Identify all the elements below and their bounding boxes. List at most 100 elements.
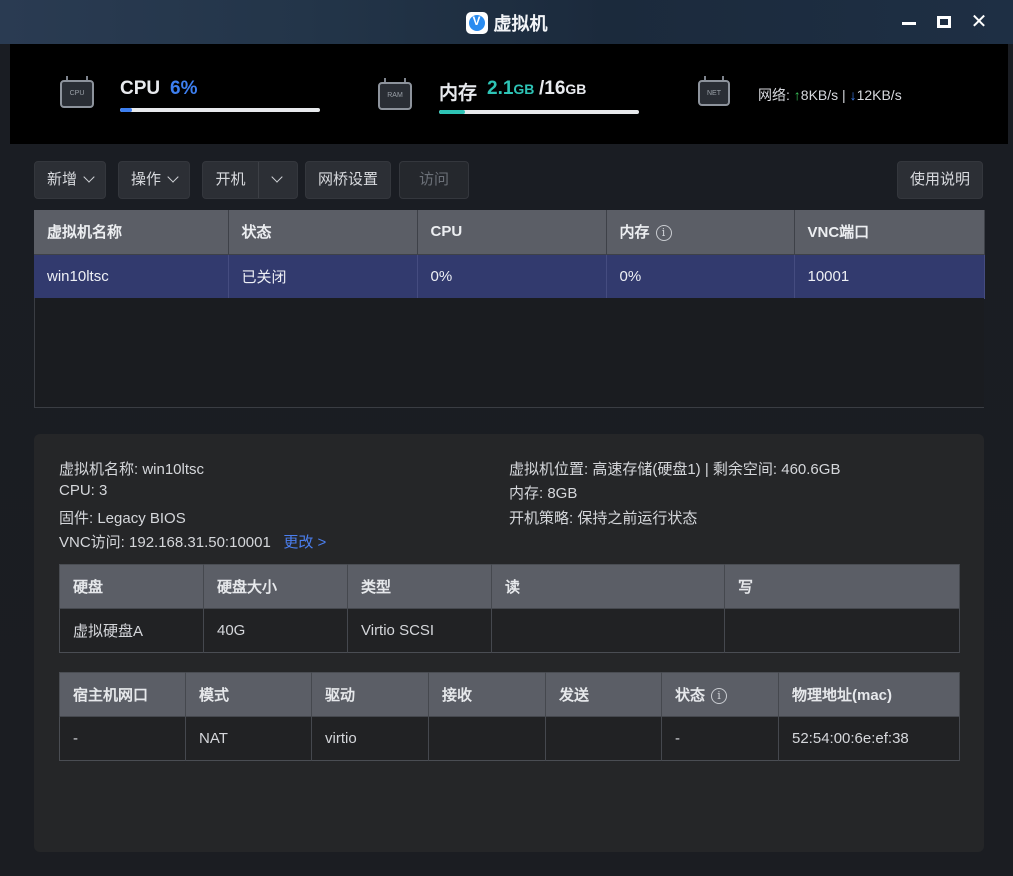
detail-boot-policy: 开机策略: 保持之前运行状态 <box>509 510 698 527</box>
add-label: 新增 <box>47 171 78 188</box>
window-title-area: V 虚拟机 <box>0 10 1013 36</box>
detail-vm-name: 虚拟机名称: win10ltsc <box>59 461 205 478</box>
nic-mode-cell: NAT <box>185 716 312 761</box>
vm-status-cell: 已关闭 <box>228 254 418 299</box>
chevron-down-icon <box>83 171 95 183</box>
header-cpu[interactable]: CPU <box>417 210 607 255</box>
disk-write-cell <box>724 608 960 653</box>
memory-total-value: /16GB <box>539 78 586 100</box>
header-send: 发送 <box>545 672 662 717</box>
download-speed: 12KB/s <box>856 87 902 103</box>
bridge-settings-button[interactable]: 网桥设置 <box>305 161 392 199</box>
nic-receive-cell <box>428 716 546 761</box>
cpu-chip-icon: CPU <box>60 76 94 108</box>
header-memory-label: 内存 <box>619 224 650 242</box>
help-button[interactable]: 使用说明 <box>897 161 984 199</box>
vm-vnc-port-cell: 10001 <box>794 254 985 299</box>
header-disk-type: 类型 <box>347 564 492 609</box>
nic-host-port-cell: - <box>59 716 186 761</box>
memory-usage-bar <box>439 110 639 114</box>
header-nic-status-label: 状态 <box>675 687 706 704</box>
ram-chip-icon: RAM <box>378 78 412 110</box>
chevron-down-icon <box>271 171 283 183</box>
nic-table-header: 宿主机网口 模式 驱动 接收 发送 状态 i 物理地址(mac) <box>59 672 960 717</box>
vm-manager-window: V 虚拟机 ✕ CPU CPU 6% RAM 内存 2.1GB /16GB NET… <box>0 0 1013 876</box>
header-receive: 接收 <box>428 672 546 717</box>
chevron-down-icon <box>167 171 179 183</box>
disk-name-cell: 虚拟硬盘A <box>59 608 204 653</box>
memory-total-number: 16 <box>544 78 566 99</box>
network-label: 网络: <box>758 87 790 103</box>
maximize-icon[interactable] <box>933 11 955 33</box>
network-icon: NET <box>698 76 730 106</box>
nic-mac-cell: 52:54:00:6e:ef:38 <box>778 716 960 761</box>
disk-table-header: 硬盘 硬盘大小 类型 读 写 <box>59 564 960 609</box>
resource-stats-panel: CPU CPU 6% RAM 内存 2.1GB /16GB NET 网络: ↑8… <box>10 44 1008 144</box>
header-write: 写 <box>724 564 960 609</box>
vm-detail-panel: 虚拟机名称: win10ltsc CPU: 3 固件: Legacy BIOS … <box>34 434 984 852</box>
detail-vnc: VNC访问: 192.168.31.50:10001 更改 > <box>59 531 326 552</box>
header-disk: 硬盘 <box>59 564 204 609</box>
info-icon[interactable]: i <box>711 688 728 704</box>
detail-memory: 内存: 8GB <box>509 485 578 502</box>
power-on-menu-button[interactable] <box>259 162 295 198</box>
app-logo-icon: V <box>465 12 488 34</box>
cpu-label: CPU <box>120 78 161 99</box>
operate-dropdown-button[interactable]: 操作 <box>118 161 191 199</box>
header-driver: 驱动 <box>311 672 429 717</box>
header-vm-name[interactable]: 虚拟机名称 <box>34 210 229 255</box>
upload-speed: 8KB/s <box>800 87 839 103</box>
vm-list-table: 虚拟机名称 状态 CPU 内存 i VNC端口 win10ltsc 已关闭 0% … <box>34 210 985 299</box>
table-row[interactable]: win10ltsc 已关闭 0% 0% 10001 <box>34 254 985 299</box>
cpu-usage-value: 6% <box>170 78 198 99</box>
header-host-port: 宿主机网口 <box>59 672 186 717</box>
cpu-usage-bar <box>120 108 320 112</box>
detail-location: 虚拟机位置: 高速存储(硬盘1) | 剩余空间: 460.6GB <box>509 461 841 478</box>
power-on-split-button: 开机 <box>202 161 298 199</box>
download-arrow-icon: ↓ <box>849 87 857 103</box>
detail-vnc-address: VNC访问: 192.168.31.50:10001 <box>59 534 271 551</box>
vm-table-header: 虚拟机名称 状态 CPU 内存 i VNC端口 <box>34 210 985 255</box>
header-vnc-port[interactable]: VNC端口 <box>794 210 985 255</box>
header-mac: 物理地址(mac) <box>778 672 960 717</box>
network-separator: | <box>842 87 846 103</box>
minimize-icon[interactable] <box>898 11 920 33</box>
disk-type-cell: Virtio SCSI <box>347 608 492 653</box>
vnc-change-link[interactable]: 更改 > <box>283 534 326 551</box>
memory-usage-fill <box>439 110 465 114</box>
memory-used-number: 2.1 <box>487 78 514 99</box>
add-dropdown-button[interactable]: 新增 <box>34 161 107 199</box>
disk-read-cell <box>491 608 725 653</box>
window-title: 虚拟机 <box>493 14 548 34</box>
header-nic-status: 状态 i <box>661 672 779 717</box>
table-row: - NAT virtio - 52:54:00:6e:ef:38 <box>59 716 960 761</box>
close-icon[interactable]: ✕ <box>968 11 990 33</box>
memory-total-unit: GB <box>565 81 587 97</box>
header-memory[interactable]: 内存 i <box>606 210 795 255</box>
disk-table: 硬盘 硬盘大小 类型 读 写 虚拟硬盘A 40G Virtio SCSI <box>59 564 960 653</box>
nic-send-cell <box>545 716 662 761</box>
header-status[interactable]: 状态 <box>228 210 418 255</box>
network-stats: 网络: ↑8KB/s | ↓12KB/s <box>758 85 902 105</box>
vm-cpu-cell: 0% <box>417 254 607 299</box>
detail-firmware: 固件: Legacy BIOS <box>59 510 186 527</box>
detail-cpu: CPU: 3 <box>59 482 108 499</box>
header-disk-size: 硬盘大小 <box>203 564 348 609</box>
table-row: 虚拟硬盘A 40G Virtio SCSI <box>59 608 960 653</box>
nic-status-cell: - <box>661 716 779 761</box>
upload-arrow-icon: ↑ <box>793 87 801 103</box>
vm-name-cell: win10ltsc <box>34 254 229 299</box>
memory-label: 内存 <box>439 83 478 104</box>
memory-used-value: 2.1GB <box>487 78 534 100</box>
network-interface-table: 宿主机网口 模式 驱动 接收 发送 状态 i 物理地址(mac) - NAT vi… <box>59 672 960 761</box>
vm-list-empty-area <box>34 298 984 408</box>
info-icon[interactable]: i <box>655 225 672 242</box>
visit-button[interactable]: 访问 <box>399 161 469 199</box>
memory-used-unit: GB <box>513 81 535 97</box>
disk-size-cell: 40G <box>203 608 348 653</box>
operate-label: 操作 <box>131 171 162 188</box>
vm-memory-cell: 0% <box>606 254 795 299</box>
power-on-button[interactable]: 开机 <box>203 162 259 198</box>
cpu-usage-fill <box>120 108 132 112</box>
header-mode: 模式 <box>185 672 312 717</box>
